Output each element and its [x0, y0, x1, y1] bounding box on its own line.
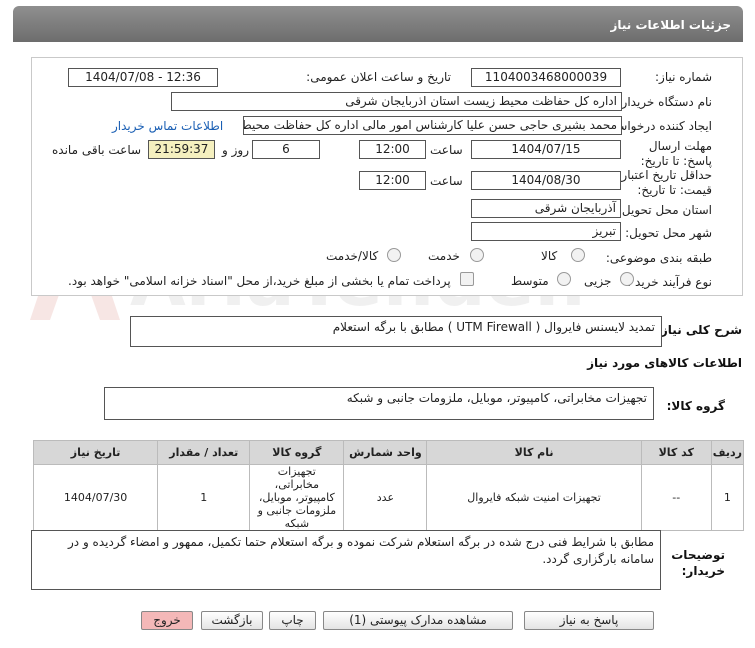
category-goods-radio[interactable] [571, 248, 585, 262]
window-titlebar: جزئیات اطلاعات نیاز [13, 6, 743, 42]
process-medium-radio[interactable] [557, 272, 571, 286]
process-minor-label: جزیی [584, 274, 612, 288]
remaining-time-label: ساعت باقی مانده [52, 143, 142, 157]
remaining-time-field: 21:59:37 [148, 140, 215, 159]
category-service-label: خدمت [428, 249, 460, 263]
cell-quantity: 1 [157, 464, 251, 531]
col-unit: واحد شمارش [343, 440, 428, 465]
category-label: طبقه بندی موضوعی: [605, 251, 712, 265]
col-row-number: ردیف [710, 440, 745, 465]
validity-date-field: 1404/08/30 [471, 171, 621, 190]
deadline-label: مهلت ارسال پاسخ: تا تاریخ: [640, 139, 712, 168]
window-title: جزئیات اطلاعات نیاز [610, 18, 731, 32]
col-need-date: تاریخ نیاز [32, 440, 159, 465]
treasury-payment-checkbox[interactable] [460, 272, 474, 286]
goods-info-heading: اطلاعات کالاهای مورد نیاز [587, 356, 742, 370]
table-row: 1 -- تجهیزات امنیت شبکه فایروال عدد تجهی… [32, 464, 745, 531]
announce-label: تاریخ و ساعت اعلان عمومی: [306, 70, 451, 84]
cell-unit: عدد [343, 464, 428, 531]
process-label: نوع فرآیند خرید : [627, 275, 712, 289]
buyer-notes-label: توضیحات خریدار: [671, 548, 725, 578]
days-label: روز و [222, 143, 249, 157]
process-minor-radio[interactable] [620, 272, 634, 286]
process-medium-label: متوسط [511, 274, 549, 288]
city-field: تبریز [471, 222, 621, 241]
cell-row-number: 1 [710, 464, 745, 531]
category-both-radio[interactable] [387, 248, 401, 262]
goods-table-header: ردیف کد کالا نام کالا واحد شمارش گروه کا… [32, 440, 745, 465]
need-number-field: 1104003468000039 [471, 68, 621, 87]
province-label: استان محل تحویل: [617, 203, 712, 217]
validity-time-label: ساعت [430, 174, 463, 188]
category-service-radio[interactable] [470, 248, 484, 262]
need-number-label: شماره نیاز: [655, 70, 712, 84]
buyer-notes-textarea: مطابق با شرایط فنی درج شده در برگه استعل… [31, 530, 661, 590]
deadline-time-field: 12:00 [359, 140, 426, 159]
col-quantity: تعداد / مقدار [157, 440, 251, 465]
col-item-group: گروه کالا [249, 440, 345, 465]
treasury-payment-note: پرداخت تمام یا بخشی از مبلغ خرید،از محل … [68, 274, 451, 288]
cell-need-date: 1404/07/30 [32, 464, 159, 531]
announce-field: 1404/07/08 - 12:36 [68, 68, 218, 87]
category-both-label: کالا/خدمت [326, 249, 379, 263]
cell-item-name: تجهیزات امنیت شبکه فایروال [426, 464, 642, 531]
attachments-button[interactable]: مشاهده مدارک پیوستی (1) [323, 611, 513, 630]
contact-buyer-link[interactable]: اطلاعات تماس خریدار [112, 119, 223, 133]
creator-field: محمد بشیری حاجی حسن علیا کارشناس امور ما… [243, 116, 622, 135]
summary-label: شرح کلی نیاز: [656, 323, 742, 337]
col-item-name: نام کالا [426, 440, 642, 465]
goods-group-textarea: تجهیزات مخابراتی، کامپیوتر، موبایل، ملزو… [104, 387, 654, 420]
reply-button[interactable]: پاسخ به نیاز [524, 611, 654, 630]
cell-item-group: تجهیزات مخابراتی، کامپیوتر، موبایل، ملزو… [249, 464, 345, 531]
province-field: آذربایجان شرقی [471, 199, 621, 218]
back-button[interactable]: بازگشت [201, 611, 263, 630]
city-label: شهر محل تحویل: [625, 226, 712, 240]
validity-time-field: 12:00 [359, 171, 426, 190]
summary-textarea: تمدید لایسنس فایروال ( UTM Firewall ) مط… [130, 316, 662, 347]
col-item-code: کد کالا [640, 440, 712, 465]
buyer-org-label: نام دستگاه خریدار: [617, 95, 713, 109]
buyer-org-field: اداره کل حفاظت محیط زیست استان اذربایجان… [171, 92, 622, 111]
goods-table: ردیف کد کالا نام کالا واحد شمارش گروه کا… [32, 440, 745, 531]
goods-group-label: گروه کالا: [666, 399, 725, 413]
exit-button[interactable]: خروج [141, 611, 193, 630]
category-goods-label: کالا [541, 249, 558, 263]
deadline-time-label: ساعت [430, 143, 463, 157]
validity-label: حداقل تاریخ اعتبار قیمت: تا تاریخ: [621, 168, 712, 197]
days-remaining-field: 6 [252, 140, 320, 159]
deadline-date-field: 1404/07/15 [471, 140, 621, 159]
cell-item-code: -- [640, 464, 712, 531]
print-button[interactable]: چاپ [269, 611, 316, 630]
